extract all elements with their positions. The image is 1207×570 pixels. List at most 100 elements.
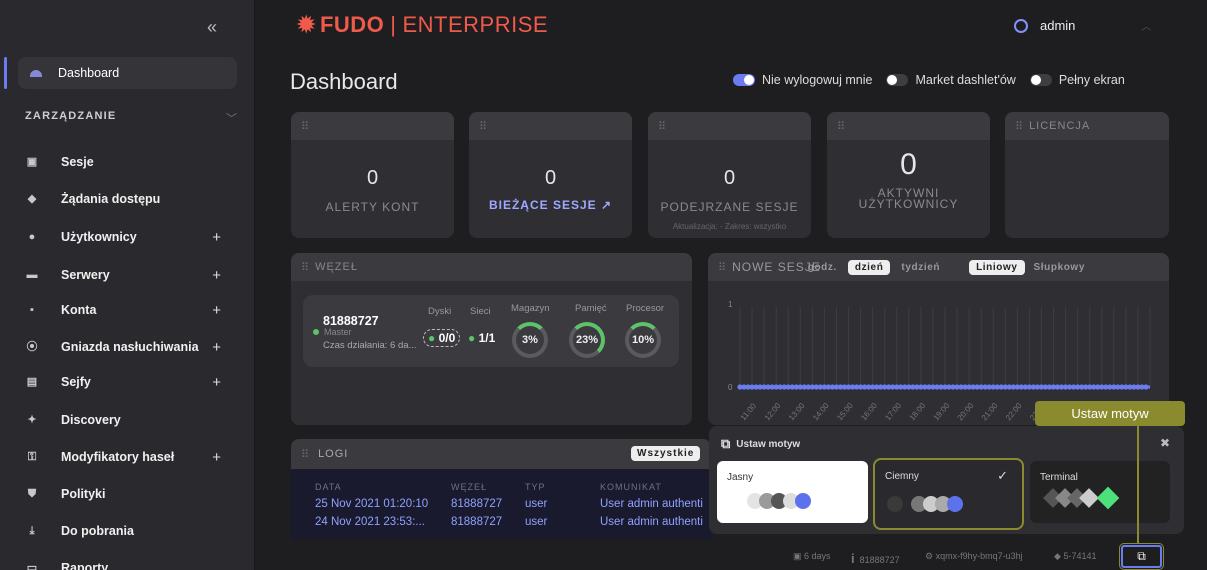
status-dot-icon: ● xyxy=(428,331,436,345)
collapse-sidebar-icon[interactable]: « xyxy=(207,17,217,38)
range-week[interactable]: tydzień xyxy=(894,260,947,275)
check-icon: ✓ xyxy=(997,468,1008,483)
sidebar-item-modyfikatory[interactable]: ⚿ Modyfikatory haseł + xyxy=(25,447,235,467)
storage-label: Magazyn xyxy=(511,303,550,314)
theme-icon: ⧉ xyxy=(1137,549,1146,563)
sidebar-item-polityki[interactable]: ⛊ Polityki xyxy=(25,484,235,504)
range-hour[interactable]: godz. xyxy=(801,260,844,275)
log-message: User admin authenti xyxy=(600,498,703,510)
memory-label: Pamięć xyxy=(575,303,607,314)
tooltip-connector xyxy=(1137,426,1139,544)
add-icon[interactable]: + xyxy=(212,374,221,391)
drag-handle-icon[interactable]: ⠿ xyxy=(301,120,309,133)
log-type: user xyxy=(525,498,548,510)
sidebar-item-serwery[interactable]: ▬ Serwery + xyxy=(25,265,235,285)
theme-option-label: Jasny xyxy=(727,472,754,483)
status-node: i 81888727 xyxy=(851,551,900,566)
dashboard-icon xyxy=(30,69,42,77)
node-summary[interactable]: 81888727 Master Czas działania: 6 da... … xyxy=(303,295,679,367)
y-tick-label: 0 xyxy=(728,383,733,392)
toggle-stay-logged-in[interactable]: Nie wylogowuj mnie xyxy=(733,73,872,87)
dashlet-new-sessions: ⠿ NOWE SESJE godz. dzień tydzień Liniowy… xyxy=(708,253,1169,425)
sidebar-item-sejfy[interactable]: ▤ Sejfy + xyxy=(25,372,235,392)
x-tick-label: 18:00 xyxy=(907,401,927,423)
sidebar-item-label: Modyfikatory haseł xyxy=(61,450,175,464)
cpu-label: Procesor xyxy=(626,303,665,314)
toggle-fullscreen[interactable]: Pełny ekran xyxy=(1029,73,1125,87)
drag-handle-icon[interactable]: ⠿ xyxy=(837,120,845,133)
user-icon xyxy=(1014,18,1028,33)
gauge-value: 3% xyxy=(522,334,538,346)
toggle-switch[interactable] xyxy=(886,74,909,86)
theme-option-dark[interactable]: Ciemny ✓ xyxy=(873,458,1024,530)
add-icon[interactable]: + xyxy=(212,302,221,319)
drag-handle-icon[interactable]: ⠿ xyxy=(1015,120,1023,133)
sidebar-item-label: Discovery xyxy=(61,413,121,427)
server-icon: ▬ xyxy=(26,269,38,281)
swatch xyxy=(795,493,811,509)
theme-button[interactable]: ⧉ xyxy=(1119,543,1164,570)
x-tick-label: 12:00 xyxy=(763,401,783,423)
sidebar-item-raporty[interactable]: ▭ Raporty xyxy=(25,558,235,570)
sidebar-item-sesje[interactable]: ▣ Sesje xyxy=(25,152,235,172)
camera-icon: ▣ xyxy=(26,156,38,168)
sidebar-item-dashboard[interactable]: Dashboard xyxy=(18,57,237,89)
stat-value: 0 xyxy=(723,167,736,189)
add-icon[interactable]: + xyxy=(212,449,221,466)
sidebar-item-label: Raporty xyxy=(61,561,109,570)
sidebar-item-konta[interactable]: ▪ Konta + xyxy=(25,300,235,320)
toggle-dashlet-market[interactable]: Market dashlet'ów xyxy=(886,73,1016,87)
user-menu[interactable]: admin ︿ xyxy=(1014,18,1151,33)
theme-option-label: Terminal xyxy=(1040,472,1078,483)
theme-option-terminal[interactable]: Terminal xyxy=(1030,461,1170,523)
sidebar-item-zadania[interactable]: ◆ Żądania dostępu xyxy=(25,189,235,209)
toggle-switch[interactable] xyxy=(1029,74,1052,86)
toggle-switch[interactable] xyxy=(733,74,755,86)
logo-enterprise: ENTERPRISE xyxy=(402,12,549,37)
add-icon[interactable]: + xyxy=(212,339,221,356)
logo-fudo: FUDO xyxy=(319,12,385,37)
drag-handle-icon[interactable]: ⠿ xyxy=(658,120,666,133)
info-icon: i xyxy=(851,551,855,566)
x-tick-label: 13:00 xyxy=(787,401,807,423)
stat-label: PODEJRZANE SESJE xyxy=(660,200,799,214)
drag-handle-icon[interactable]: ⠿ xyxy=(301,261,309,274)
logo[interactable]: ✹ FUDO | ENTERPRISE xyxy=(297,12,548,38)
sidebar-item-do-pobrania[interactable]: ⤓ Do pobrania xyxy=(25,521,235,541)
add-icon[interactable]: + xyxy=(212,229,221,246)
wand-icon: ✦ xyxy=(27,414,37,426)
drag-handle-icon[interactable]: ⠿ xyxy=(718,261,726,274)
swatch xyxy=(887,496,903,512)
sidebar-item-gniazda[interactable]: ⦿ Gniazda nasłuchiwania + xyxy=(25,337,235,357)
report-icon: ▭ xyxy=(26,562,38,570)
drag-handle-icon[interactable]: ⠿ xyxy=(301,448,310,461)
range-day[interactable]: dzień xyxy=(847,259,891,275)
logs-filter-button[interactable]: Wszystkie xyxy=(631,446,701,461)
dashlet-current-sessions: ⠿ 0 BIEŻĄCE SESJE ↗ xyxy=(469,112,632,238)
current-sessions-link[interactable]: BIEŻĄCE SESJE ↗ xyxy=(469,198,632,212)
chart-type-line[interactable]: Liniowy xyxy=(969,259,1025,275)
key-icon: ⚿ xyxy=(27,451,37,463)
x-tick-label: 15:00 xyxy=(835,401,855,423)
sidebar-section-title[interactable]: ZARZĄDZANIE xyxy=(25,110,116,122)
sidebar-item-label: Dashboard xyxy=(58,66,120,80)
active-indicator xyxy=(4,57,7,89)
x-tick-label: 14:00 xyxy=(811,401,831,423)
sidebar-item-discovery[interactable]: ✦ Discovery xyxy=(25,410,235,430)
chart-type-bar[interactable]: Słupkowy xyxy=(1027,260,1092,275)
uptime-text: 6 days xyxy=(804,551,831,561)
data-point xyxy=(1143,384,1149,390)
network-value: 1/1 xyxy=(478,331,496,345)
add-icon[interactable]: + xyxy=(212,267,221,284)
theme-option-light[interactable]: Jasny xyxy=(717,461,868,523)
x-tick-label: 16:00 xyxy=(859,401,879,423)
x-tick-label: 17:00 xyxy=(883,401,903,423)
shield-icon: ⛊ xyxy=(27,488,37,500)
chevron-down-icon[interactable]: ﹀ xyxy=(226,110,237,126)
drag-handle-icon[interactable]: ⠿ xyxy=(479,120,487,133)
sidebar-item-uzytkownicy[interactable]: ● Użytkownicy + xyxy=(25,227,235,247)
close-icon[interactable]: ✖ xyxy=(1160,436,1170,450)
log-date: 24 Nov 2021 23:53:... xyxy=(315,516,425,528)
tooltip: Ustaw motyw xyxy=(1035,401,1185,426)
gauge-value: 10% xyxy=(631,334,655,346)
